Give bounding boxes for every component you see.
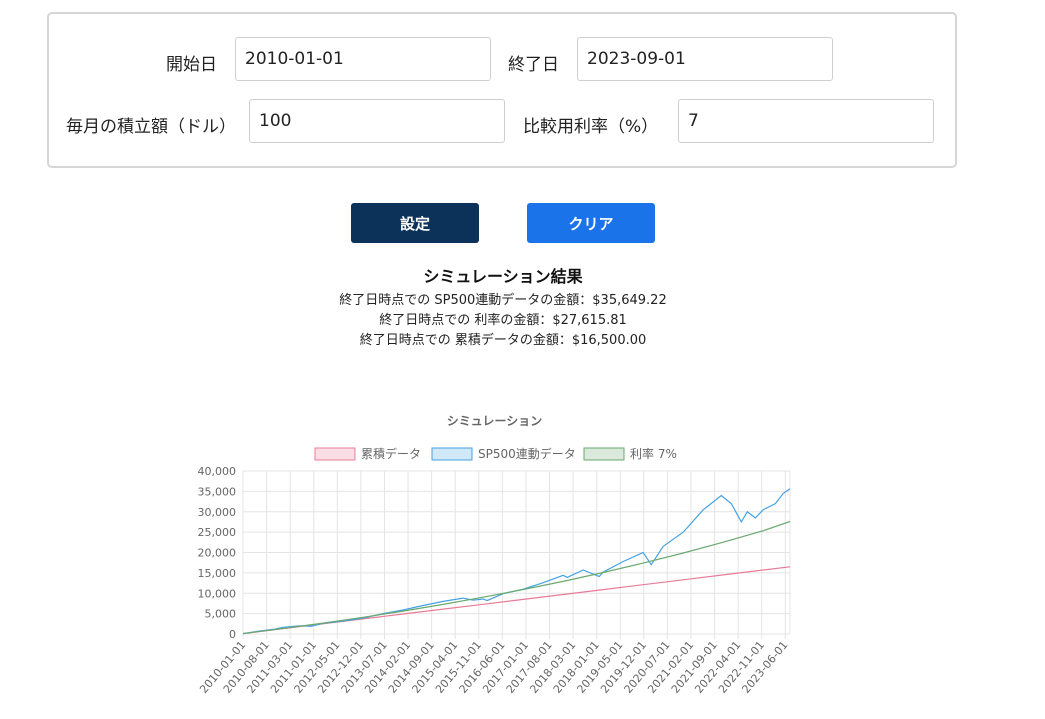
set-button[interactable]: 設定 xyxy=(351,203,479,243)
legend-label: SP500連動データ xyxy=(478,446,576,461)
y-tick-label: 40,000 xyxy=(198,465,237,478)
series-line-1 xyxy=(242,488,791,635)
result-title: シミュレーション結果 xyxy=(423,267,583,286)
rate-label: 比較用利率（%） xyxy=(523,117,659,137)
y-tick-label: 20,000 xyxy=(198,547,237,560)
chart-title: シミュレーション xyxy=(447,414,543,428)
y-tick-label: 30,000 xyxy=(198,506,237,519)
legend-label: 累積データ xyxy=(361,446,421,461)
start-date-input[interactable] xyxy=(235,37,491,81)
y-tick-label: 25,000 xyxy=(198,526,237,539)
monthly-amount-input[interactable] xyxy=(249,99,505,143)
settings-form-panel xyxy=(47,12,957,168)
result-cumulative-amount: 終了日時点での 累積データの金額：$16,500.00 xyxy=(359,333,647,348)
legend-label: 利率 7% xyxy=(630,446,677,461)
result-sp500-amount: 終了日時点での SP500連動データの金額：$35,649.22 xyxy=(339,293,667,308)
clear-button[interactable]: クリア xyxy=(527,203,655,243)
legend-swatch xyxy=(314,447,356,461)
rate-input[interactable] xyxy=(678,99,934,143)
monthly-amount-label: 毎月の積立額（ドル） xyxy=(66,117,236,137)
y-tick-label: 10,000 xyxy=(198,587,237,600)
end-date-label: 終了日 xyxy=(508,55,559,75)
legend-swatch xyxy=(431,447,473,461)
y-tick-label: 0 xyxy=(229,628,236,641)
start-date-label: 開始日 xyxy=(166,55,217,75)
end-date-input[interactable] xyxy=(577,37,833,81)
result-rate-amount: 終了日時点での 利率の金額：$27,615.81 xyxy=(379,313,627,328)
simulation-line-chart: シミュレーション累積データ SP500連動データ 利率 7% 0 5,000 10,000… xyxy=(197,414,791,696)
legend-swatch xyxy=(583,447,625,461)
y-tick-label: 5,000 xyxy=(205,608,237,621)
y-tick-label: 35,000 xyxy=(198,485,237,498)
y-tick-label: 15,000 xyxy=(198,567,237,580)
series-line-2 xyxy=(242,520,791,635)
